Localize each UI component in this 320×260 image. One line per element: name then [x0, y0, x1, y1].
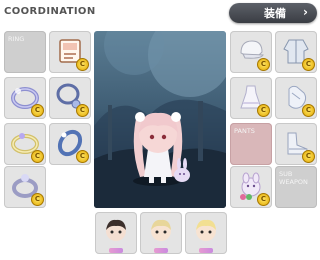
page-title: COORDINATION — [4, 6, 96, 17]
shoes-slot[interactable]: C — [275, 123, 317, 165]
character-scene-icon — [94, 31, 226, 208]
coin-badge: C — [31, 193, 44, 206]
coin-badge: C — [31, 104, 44, 117]
pet-label-bar — [109, 248, 123, 253]
pants-slot-empty[interactable]: PANTS — [230, 123, 272, 165]
pet-slot-1[interactable] — [95, 212, 137, 254]
ring-slot-2[interactable]: C — [4, 123, 46, 165]
pet-icon — [196, 219, 216, 241]
character-preview — [94, 31, 226, 208]
ring-slot-label: RING — [8, 35, 25, 43]
hat-slot[interactable]: C — [230, 31, 272, 73]
coin-badge: C — [76, 104, 89, 117]
earring-slot[interactable]: C — [49, 123, 91, 165]
ring-slot[interactable]: C — [4, 77, 46, 119]
pet-icon — [151, 219, 171, 241]
coin-badge: C — [257, 104, 270, 117]
pants-slot-label: PANTS — [234, 127, 255, 135]
coin-badge: C — [302, 104, 315, 117]
pet-slot-2[interactable] — [140, 212, 182, 254]
pet-label-bar — [199, 248, 213, 253]
coin-badge: C — [257, 193, 270, 206]
top-slot[interactable]: C — [275, 31, 317, 73]
ring-slot-3[interactable]: C — [4, 166, 46, 208]
pendant-slot[interactable]: C — [49, 77, 91, 119]
sub-weapon-slot-label: SUB WEAPON — [279, 170, 308, 186]
coin-badge: C — [302, 150, 315, 163]
chevron-right-icon: › — [303, 5, 308, 19]
coin-badge: C — [76, 150, 89, 163]
equip-tab-button[interactable]: 装備 › — [229, 3, 317, 23]
glove-slot[interactable]: C — [275, 77, 317, 119]
pocket-slot[interactable]: C — [49, 31, 91, 73]
dress-slot[interactable]: C — [230, 77, 272, 119]
pet-icon — [106, 219, 126, 241]
sub-weapon-slot-empty[interactable]: SUB WEAPON — [275, 166, 317, 208]
pet-slot-3[interactable] — [185, 212, 227, 254]
pet-label-bar — [154, 248, 168, 253]
coin-badge: C — [257, 58, 270, 71]
coin-badge: C — [31, 150, 44, 163]
coin-badge: C — [76, 58, 89, 71]
equip-button-label: 装備 — [264, 7, 286, 20]
ring-slot-empty[interactable]: RING — [4, 31, 46, 73]
pet-slot[interactable]: C — [230, 166, 272, 208]
coin-badge: C — [302, 58, 315, 71]
